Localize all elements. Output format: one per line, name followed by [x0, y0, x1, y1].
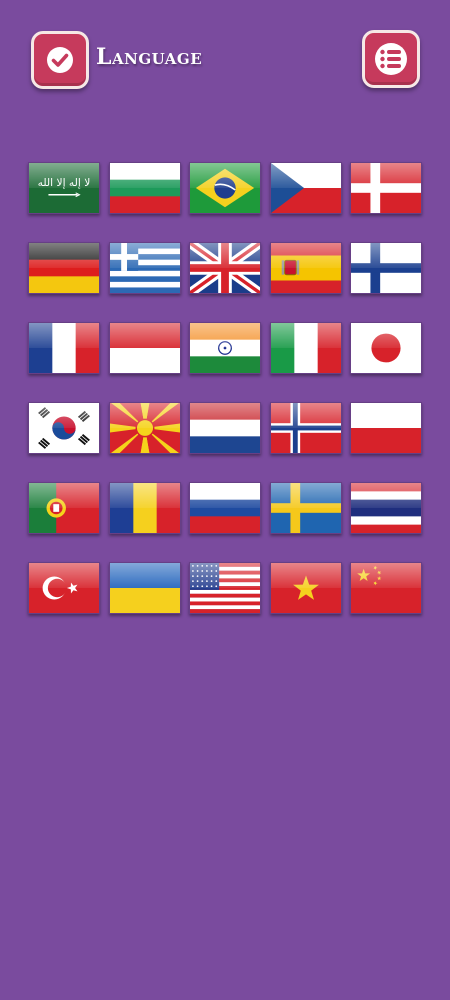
flag-nl-button[interactable] — [189, 402, 261, 454]
flag-jp-icon — [351, 323, 421, 373]
flag-sa-button[interactable]: ﻻ إله إلا الله — [28, 162, 100, 214]
flag-it-icon — [270, 323, 341, 373]
flag-se-icon — [270, 483, 341, 533]
flag-br-icon — [190, 163, 260, 213]
flag-dk-button[interactable] — [350, 162, 422, 214]
check-icon — [47, 47, 73, 73]
flag-ua-button[interactable] — [108, 562, 181, 614]
menu-button[interactable] — [362, 30, 420, 88]
flag-jp-button[interactable] — [350, 322, 422, 374]
flag-it-button[interactable] — [269, 322, 342, 374]
flag-in-button[interactable] — [189, 322, 261, 374]
flag-fi-button[interactable] — [350, 242, 422, 294]
flag-th-button[interactable] — [350, 482, 422, 534]
confirm-button[interactable] — [31, 31, 89, 89]
flag-sa-icon: ﻻ إله إلا الله — [29, 163, 99, 213]
flag-pt-icon — [29, 483, 99, 533]
flag-vn-icon — [270, 563, 341, 613]
flag-gr-icon — [109, 243, 180, 293]
flag-fr-button[interactable] — [28, 322, 100, 374]
flag-br-button[interactable] — [189, 162, 261, 214]
flag-ua-icon — [109, 563, 180, 613]
page-title: Language — [96, 44, 203, 70]
flag-grid: ﻻ إله إلا الله — [28, 162, 422, 614]
flag-mk-icon — [109, 403, 180, 453]
flag-cn-icon — [351, 563, 421, 613]
list-icon — [375, 43, 407, 75]
header: Language — [0, 0, 450, 120]
flag-gb-button[interactable] — [189, 242, 261, 294]
flag-ro-icon — [109, 483, 180, 533]
flag-mk-button[interactable] — [108, 402, 181, 454]
flag-es-button[interactable] — [269, 242, 342, 294]
flag-us-icon — [190, 563, 260, 613]
flag-pl-icon — [351, 403, 421, 453]
flag-dk-icon — [351, 163, 421, 213]
flag-pt-button[interactable] — [28, 482, 100, 534]
flag-de-icon — [29, 243, 99, 293]
flag-bg-icon — [109, 163, 180, 213]
flag-in-icon — [190, 323, 260, 373]
flag-cn-button[interactable] — [350, 562, 422, 614]
flag-tr-button[interactable] — [28, 562, 100, 614]
flag-no-icon — [270, 403, 341, 453]
flag-kr-icon — [29, 403, 99, 453]
flag-th-icon — [351, 483, 421, 533]
flag-fi-icon — [351, 243, 421, 293]
svg-text:ﻻ إله إلا الله: ﻻ إله إلا الله — [38, 176, 91, 189]
flag-tr-icon — [29, 563, 99, 613]
flag-se-button[interactable] — [269, 482, 342, 534]
flag-fr-icon — [29, 323, 99, 373]
flag-nl-icon — [190, 403, 260, 453]
flag-ru-button[interactable] — [189, 482, 261, 534]
flag-us-button[interactable] — [189, 562, 261, 614]
flag-ro-button[interactable] — [108, 482, 181, 534]
flag-es-icon — [270, 243, 341, 293]
flag-id-icon — [109, 323, 180, 373]
flag-vn-button[interactable] — [269, 562, 342, 614]
flag-de-button[interactable] — [28, 242, 100, 294]
flag-no-button[interactable] — [269, 402, 342, 454]
flag-bg-button[interactable] — [108, 162, 181, 214]
flag-gr-button[interactable] — [108, 242, 181, 294]
flag-kr-button[interactable] — [28, 402, 100, 454]
flag-id-button[interactable] — [108, 322, 181, 374]
flag-cz-icon — [270, 163, 341, 213]
flag-pl-button[interactable] — [350, 402, 422, 454]
flag-gb-icon — [190, 243, 260, 293]
flag-cz-button[interactable] — [269, 162, 342, 214]
flag-ru-icon — [190, 483, 260, 533]
